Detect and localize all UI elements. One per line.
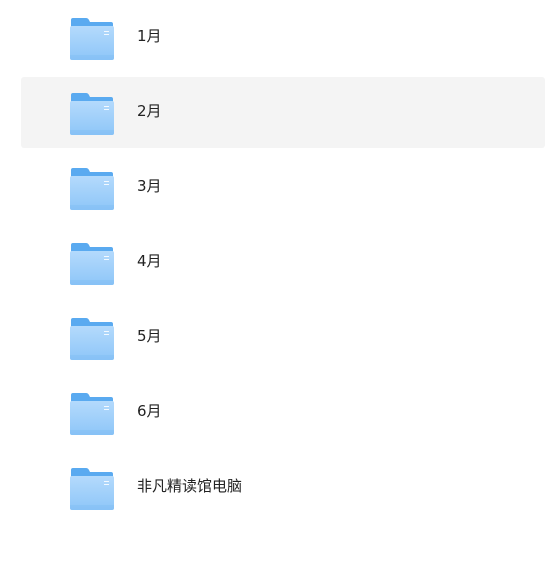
folder-name: 6月 [137,402,162,420]
folder-row-6[interactable]: 6月 [21,377,545,448]
folder-icon [69,317,115,361]
folder-icon [69,242,115,286]
folder-row-5[interactable]: 5月 [21,302,545,373]
folder-icon [69,392,115,436]
folder-name: 5月 [137,327,162,345]
folder-icon [69,167,115,211]
folder-row-2[interactable]: 2月 [21,77,545,148]
folder-name: 2月 [137,102,162,120]
folder-row-4[interactable]: 4月 [21,227,545,298]
folder-name: 非凡精读馆电脑 [137,477,243,495]
folder-icon [69,17,115,61]
folder-row-1[interactable]: 1月 [21,2,545,73]
folder-icon [69,467,115,511]
folder-name: 4月 [137,252,162,270]
folder-row-7[interactable]: 非凡精读馆电脑 [21,452,545,523]
folder-name: 3月 [137,177,162,195]
folder-name: 1月 [137,27,162,45]
folder-icon [69,92,115,136]
folder-row-3[interactable]: 3月 [21,152,545,223]
